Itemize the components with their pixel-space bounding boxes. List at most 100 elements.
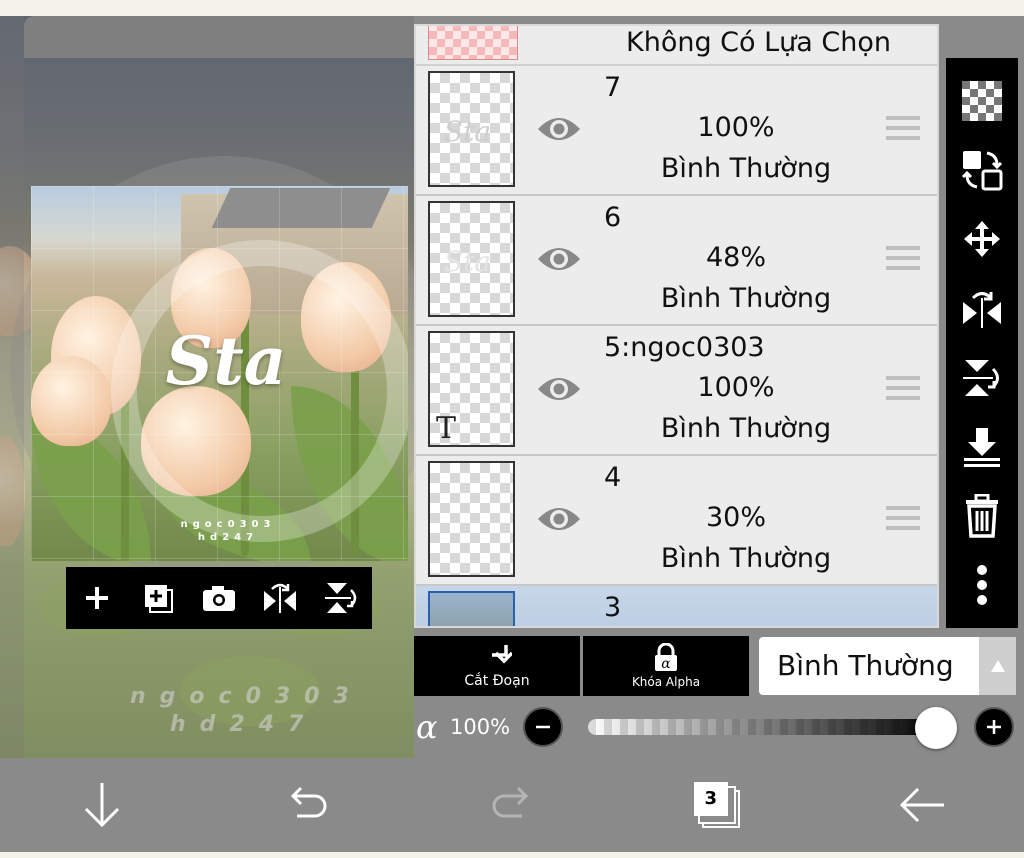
- transparency-button[interactable]: [958, 78, 1006, 124]
- layer-name: 3: [604, 592, 622, 623]
- layer-opacity: 30%: [705, 502, 766, 533]
- alpha-symbol: α: [416, 708, 438, 746]
- selection-label: Không Có Lựa Chọn: [626, 27, 892, 58]
- layer-row-6[interactable]: Sta 6 48% Bình Thường: [416, 196, 937, 326]
- alpha-lock-button[interactable]: α Khóa Alpha: [583, 636, 749, 696]
- opacity-decrease-button[interactable]: [523, 707, 563, 747]
- checkerboard-icon: [962, 80, 1002, 121]
- add-copy-icon: [144, 585, 173, 613]
- flip-vertical-icon: [963, 359, 999, 396]
- clipping-button[interactable]: Cắt Đoạn: [414, 636, 580, 696]
- flip-vertical-button[interactable]: [321, 578, 361, 618]
- undo-button[interactable]: [277, 775, 337, 835]
- layer-row-4[interactable]: 4 30% Bình Thường: [416, 456, 937, 586]
- merge-down-button[interactable]: [958, 424, 1006, 470]
- drag-handle-icon[interactable]: [886, 246, 920, 274]
- swap-layers-button[interactable]: [958, 147, 1006, 193]
- layer-count-badge: 3: [693, 782, 728, 816]
- layer-name: 7: [604, 72, 622, 103]
- layer-thumbnail: Sta: [428, 71, 515, 187]
- layer-tools-sidebar: [946, 58, 1018, 628]
- selection-thumbnail: [428, 26, 518, 60]
- artwork-subtitle-line1: ngoc0303: [180, 519, 276, 530]
- layer-thumbnail: [428, 461, 515, 577]
- layer-name: 4: [604, 462, 622, 493]
- swap-icon: [961, 150, 1003, 191]
- flip-vertical-layer-button[interactable]: [958, 355, 1006, 401]
- layer-row-7[interactable]: Sta 7 100% Bình Thường: [416, 66, 937, 196]
- layers-stack-icon: 3: [693, 782, 740, 828]
- layer-blend-mode: Bình Thường: [660, 153, 832, 184]
- layer-thumbnail: [428, 591, 515, 626]
- drag-handle-icon[interactable]: [886, 376, 920, 404]
- plus-icon: [987, 720, 1001, 734]
- merge-down-icon: [964, 427, 1000, 467]
- layer-name: 6: [604, 202, 622, 233]
- flip-horizontal-icon: [264, 583, 297, 613]
- alpha-lock-label: Khóa Alpha: [631, 675, 701, 689]
- layer-blend-mode: Bình Thường: [660, 543, 832, 574]
- arrow-down-icon: [85, 783, 120, 828]
- flip-horizontal-layer-button[interactable]: [958, 285, 1006, 331]
- move-icon: [964, 221, 1000, 258]
- camera-button[interactable]: [199, 578, 239, 618]
- more-vertical-icon: [977, 565, 987, 606]
- eye-icon[interactable]: [536, 112, 582, 146]
- layer-blend-mode: Bình Thường: [660, 413, 832, 444]
- layers-panel: Không Có Lựa Chọn Sta 7 100% Bình Thường…: [414, 24, 939, 628]
- layers-count-button[interactable]: 3: [687, 775, 747, 835]
- layer-opacity: 100%: [697, 372, 775, 403]
- layer-name: 5:ngoc0303: [604, 332, 765, 363]
- more-options-button[interactable]: [958, 562, 1006, 608]
- lock-alpha-icon: α: [655, 643, 677, 672]
- clipping-icon: [492, 645, 512, 664]
- layer-opacity: 48%: [705, 242, 766, 273]
- drag-handle-icon[interactable]: [886, 506, 920, 534]
- opacity-increase-button[interactable]: [974, 707, 1014, 747]
- artwork-subtitle-line2: hd247: [197, 532, 259, 543]
- opacity-slider-knob[interactable]: [915, 707, 957, 749]
- plus-icon: [85, 587, 108, 609]
- watermark-line1: ngoc0303: [130, 684, 363, 709]
- opacity-value: 100%: [450, 715, 511, 739]
- artwork-preview[interactable]: Sta ngoc0303 hd247: [31, 186, 408, 561]
- drag-handle-icon[interactable]: [886, 116, 920, 144]
- blend-mode-select[interactable]: Bình Thường: [759, 637, 979, 695]
- watermark-line2: hd247: [170, 712, 318, 737]
- flip-vertical-icon: [325, 583, 357, 613]
- clipping-label: Cắt Đoạn: [464, 673, 530, 689]
- move-button[interactable]: [958, 216, 1006, 262]
- blend-mode-dropdown[interactable]: [979, 637, 1016, 695]
- download-button[interactable]: [72, 775, 132, 835]
- chevron-up-icon: [990, 660, 1005, 672]
- eye-icon[interactable]: [536, 242, 582, 276]
- bottom-toolbar: 3: [0, 758, 1024, 852]
- arrow-left-icon: [899, 787, 944, 823]
- delete-layer-button[interactable]: [958, 493, 1006, 539]
- artwork-subtitle: ngoc0303 hd247: [173, 518, 283, 544]
- eye-icon[interactable]: [536, 502, 582, 536]
- add-layer-button[interactable]: [77, 578, 117, 618]
- minus-icon: [536, 725, 550, 729]
- eye-icon[interactable]: [536, 372, 582, 406]
- layer-opacity: 100%: [697, 112, 775, 143]
- selection-layer[interactable]: Không Có Lựa Chọn: [416, 26, 937, 66]
- back-button[interactable]: [892, 775, 952, 835]
- trash-icon: [966, 494, 998, 538]
- text-layer-icon: T: [436, 411, 457, 446]
- artwork-title: Sta: [165, 322, 287, 400]
- redo-icon: [492, 786, 529, 818]
- duplicate-layer-button[interactable]: [138, 578, 178, 618]
- layer-actions-toolbar: [66, 567, 372, 629]
- flip-horizontal-icon: [963, 292, 1001, 329]
- layer-thumbnail: T: [428, 331, 515, 447]
- opacity-slider[interactable]: [588, 719, 940, 735]
- flip-horizontal-button[interactable]: [260, 578, 300, 618]
- layer-row-5[interactable]: T 5:ngoc0303 100% Bình Thường: [416, 326, 937, 456]
- canvas-top-margin: [24, 16, 414, 58]
- redo-button[interactable]: [482, 775, 542, 835]
- layer-row-3[interactable]: 3: [416, 586, 937, 626]
- undo-icon: [291, 786, 327, 818]
- canvas-margin: [0, 16, 24, 758]
- camera-icon: [202, 586, 235, 611]
